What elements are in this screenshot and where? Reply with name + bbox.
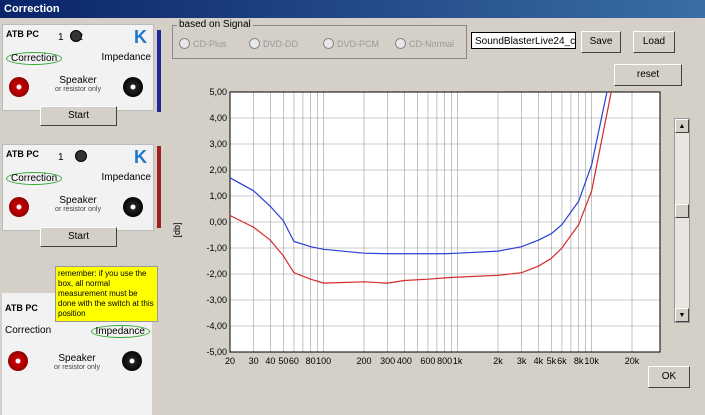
plot-frame [229, 91, 661, 353]
x-tick-label: 40 [265, 356, 275, 366]
y-tick-label: -5,00 [206, 347, 227, 357]
y-tick-label: -2,00 [206, 269, 227, 279]
x-tick-label: 5k [547, 356, 557, 366]
x-tick-label: 10k [584, 356, 599, 366]
k-logo-icon: K [134, 27, 147, 47]
x-tick-label: 6k [557, 356, 567, 366]
vertical-scrollbar[interactable]: ▲ ▼ [674, 118, 690, 323]
x-tick-label: 4k [534, 356, 544, 366]
x-tick-label: 8k [574, 356, 584, 366]
red-jack-icon [9, 77, 29, 97]
correction-label: Correction [6, 52, 63, 65]
blue-indicator [157, 30, 161, 112]
radio-icon [249, 38, 260, 49]
filename-field[interactable]: SoundBlasterLive24_c [471, 32, 576, 49]
y-tick-label: 1,00 [209, 191, 227, 201]
note-box: remember: if you use the box, all normal… [55, 266, 158, 322]
x-tick-label: 80 [306, 356, 316, 366]
radio-cd-plus[interactable]: CD-Plus [179, 38, 227, 49]
x-tick-label: 800 [437, 356, 452, 366]
plot-area [230, 92, 660, 352]
ok-button[interactable]: OK [648, 366, 690, 388]
x-tick-label: 20 [225, 356, 235, 366]
window-title: Correction [4, 3, 60, 15]
start-button-1[interactable]: Start [40, 106, 117, 126]
signal-group: based on Signal CD-Plus DVD-DD DVD-PCM C… [172, 19, 467, 59]
device-image-2: ATB PC K 1 2 CorrectionImpedance Speaker… [2, 144, 154, 231]
impedance-label: Impedance [101, 172, 151, 183]
correction-label: Correction [6, 172, 63, 185]
y-tick-label: -4,00 [206, 321, 227, 331]
x-tick-label: 60 [289, 356, 299, 366]
red-jack-icon [9, 197, 29, 217]
signal-legend: based on Signal [177, 19, 253, 30]
y-axis-label: [db] [172, 222, 182, 237]
save-button[interactable]: Save [581, 31, 621, 53]
device-panel: ATB PC K 1 2 CorrectionImpedance Speaker… [0, 18, 172, 415]
scroll-thumb[interactable] [675, 204, 689, 218]
scroll-up-icon[interactable]: ▲ [675, 119, 689, 133]
radio-icon [395, 38, 406, 49]
x-tick-label: 3k [517, 356, 527, 366]
x-tick-label: 600 [420, 356, 435, 366]
y-tick-label: -3,00 [206, 295, 227, 305]
y-tick-label: 0,00 [209, 217, 227, 227]
y-tick-label: 3,00 [209, 139, 227, 149]
impedance-label: Impedance [90, 325, 150, 338]
radio-icon [323, 38, 334, 49]
brand-label: ATB PC [6, 149, 39, 159]
radio-icon [179, 38, 190, 49]
x-tick-label: 2k [493, 356, 503, 366]
x-tick-label: 400 [397, 356, 412, 366]
brand-label: ATB PC [6, 29, 39, 39]
y-tick-label: 2,00 [209, 165, 227, 175]
scroll-down-icon[interactable]: ▼ [675, 308, 689, 322]
series-line-1 [229, 91, 612, 284]
x-tick-label: 50 [278, 356, 288, 366]
brand-label: ATB PC [5, 303, 38, 313]
red-jack-icon [8, 351, 28, 371]
red-indicator [157, 146, 161, 228]
speaker-label: Speaker or resistor only [55, 75, 101, 93]
black-jack-icon [122, 351, 142, 371]
switch-icon [70, 30, 82, 42]
radio-cd-normal[interactable]: CD-Normal [395, 38, 454, 49]
speaker-label: Speaker or resistor only [55, 195, 101, 213]
radio-dvd-dd[interactable]: DVD-DD [249, 38, 298, 49]
load-button[interactable]: Load [633, 31, 675, 53]
x-tick-label: 300 [380, 356, 395, 366]
x-tick-label: 200 [356, 356, 371, 366]
x-tick-label: 30 [249, 356, 259, 366]
impedance-label: Impedance [101, 52, 151, 63]
black-jack-icon [123, 197, 143, 217]
series-line-0 [229, 91, 608, 255]
reset-button[interactable]: reset [614, 64, 682, 86]
y-tick-label: 5,00 [209, 87, 227, 97]
radio-dvd-pcm[interactable]: DVD-PCM [323, 38, 379, 49]
switch-icon [75, 150, 87, 162]
y-tick-label: -1,00 [206, 243, 227, 253]
title-bar: Correction [0, 0, 705, 18]
y-tick-label: 4,00 [209, 113, 227, 123]
start-button-2[interactable]: Start [40, 227, 117, 247]
correction-label: Correction [5, 325, 52, 336]
black-jack-icon [123, 77, 143, 97]
x-tick-label: 20k [625, 356, 640, 366]
x-tick-label: 1k [453, 356, 463, 366]
speaker-label: Speaker or resistor only [54, 353, 100, 371]
device-image-1: ATB PC K 1 2 CorrectionImpedance Speaker… [2, 24, 154, 111]
k-logo-icon: K [134, 147, 147, 167]
x-tick-label: 100 [316, 356, 331, 366]
